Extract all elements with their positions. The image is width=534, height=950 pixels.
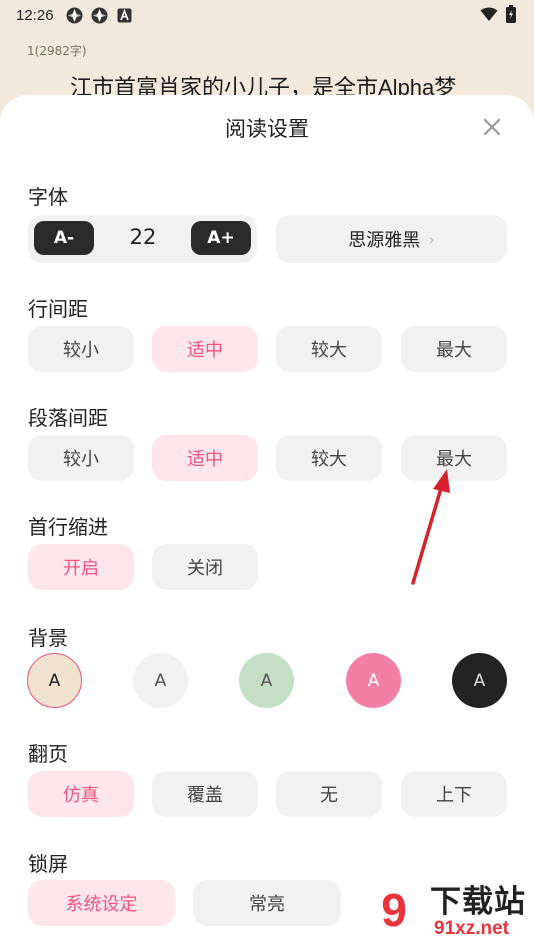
font-increase-button[interactable]: A+ [191, 221, 251, 255]
battery-icon [506, 5, 516, 23]
page-turn-simulation[interactable]: 仿真 [28, 771, 134, 817]
annotation-arrow-icon [411, 469, 450, 585]
close-button[interactable] [480, 115, 504, 139]
font-size-value: 22 [129, 225, 157, 249]
font-a-icon [116, 7, 133, 24]
line-spacing-option-larger[interactable]: 较大 [276, 326, 382, 372]
background-swatch-gray[interactable]: A [133, 653, 188, 708]
page-turn-cover[interactable]: 覆盖 [152, 771, 258, 817]
indent-off-button[interactable]: 关闭 [152, 544, 258, 590]
swatch-glyph: A [260, 670, 273, 691]
lock-screen-always-on[interactable]: 常亮 [193, 880, 341, 926]
line-spacing-option-medium[interactable]: 适中 [152, 326, 258, 372]
lock-screen-label: 锁屏 [28, 852, 68, 876]
paragraph-spacing-option-smaller[interactable]: 较小 [28, 435, 134, 481]
lock-screen-system[interactable]: 系统设定 [28, 880, 175, 926]
font-decrease-button[interactable]: A- [34, 221, 94, 255]
paragraph-spacing-option-larger[interactable]: 较大 [276, 435, 382, 481]
line-spacing-label: 行间距 [28, 297, 88, 321]
font-family-label: 思源雅黑 [348, 230, 421, 251]
indent-on-button[interactable]: 开启 [28, 544, 134, 590]
swatch-glyph: A [473, 670, 486, 691]
close-icon [483, 118, 501, 136]
status-time: 12:26 [16, 6, 54, 24]
watermark-url: 91xz.net [434, 918, 509, 939]
chevron-right-icon: › [428, 229, 435, 249]
background-swatch-pink[interactable]: A [346, 653, 401, 708]
app-notification-icon [66, 7, 83, 24]
watermark-brand: 下载站 [430, 884, 526, 919]
watermark-logo: 9 下载站 91xz.net [362, 870, 532, 950]
wifi-icon [480, 7, 498, 22]
font-family-button[interactable]: 思源雅黑 › [276, 215, 507, 263]
paragraph-spacing-option-medium[interactable]: 适中 [152, 435, 258, 481]
background-swatch-black[interactable]: A [452, 653, 507, 708]
svg-text:9: 9 [381, 884, 407, 936]
swatch-glyph: A [154, 670, 167, 691]
page-turn-vertical[interactable]: 上下 [401, 771, 507, 817]
swatch-glyph: A [48, 670, 61, 691]
line-spacing-option-largest[interactable]: 最大 [401, 326, 507, 372]
font-size-stepper: A- 22 A+ [28, 215, 257, 263]
swatch-glyph: A [367, 670, 380, 691]
page-turn-label: 翻页 [28, 742, 68, 766]
page-turn-none[interactable]: 无 [276, 771, 382, 817]
background-swatch-beige[interactable]: A [27, 653, 82, 708]
font-section-label: 字体 [28, 185, 68, 209]
background-swatch-green[interactable]: A [239, 653, 294, 708]
background-label: 背景 [28, 626, 68, 650]
paragraph-spacing-label: 段落间距 [28, 406, 108, 430]
sheet-title: 阅读设置 [225, 117, 309, 141]
status-bar: 12:26 [0, 0, 534, 30]
app-notification-icon [91, 7, 108, 24]
first-line-indent-label: 首行缩进 [28, 515, 108, 539]
line-spacing-option-smaller[interactable]: 较小 [28, 326, 134, 372]
chapter-word-count: 1(2982字) [27, 44, 87, 58]
